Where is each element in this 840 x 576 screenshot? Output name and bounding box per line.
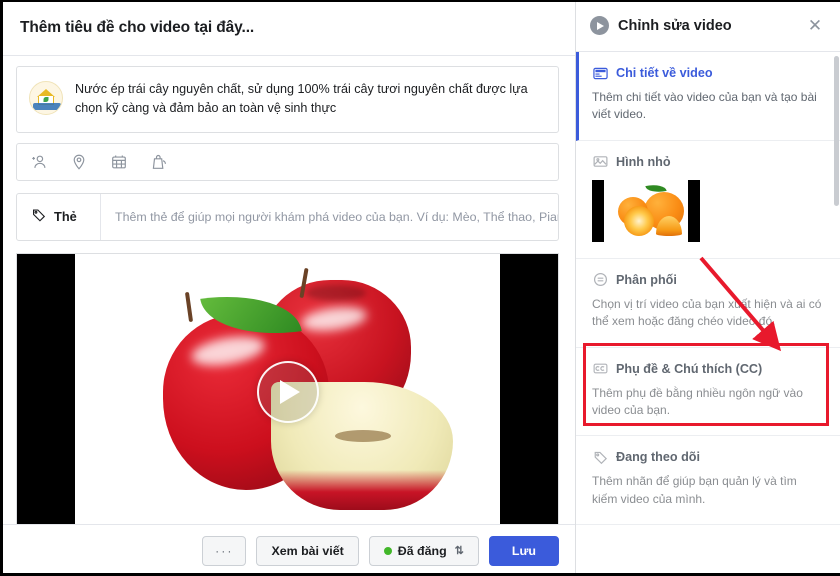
tag-input[interactable]: Thêm thẻ để giúp mọi người khám phá vide… <box>101 194 558 240</box>
tag-row[interactable]: Thẻ Thêm thẻ để giúp mọi người khám phá … <box>16 192 559 241</box>
sidebar-item-description: Thêm chi tiết vào video của bạn và tạo b… <box>592 90 817 122</box>
window-edge-top <box>0 0 840 2</box>
sidebar-item-thumbnail[interactable]: Hình nhỏ <box>576 140 840 259</box>
video-description-card[interactable]: Nước ép trái cây nguyên chất, sử dụng 10… <box>16 66 559 133</box>
sidebar-item-distribution[interactable]: Phân phối Chọn vị trí video của bạn xuất… <box>576 258 840 348</box>
edit-panel-sections: Chi tiết về video Thêm chi tiết vào vide… <box>576 52 840 576</box>
publish-status-dropdown[interactable]: Đã đăng ⇅ <box>368 535 479 566</box>
sidebar-item-description: Thêm phụ đề bằng nhiều ngôn ngữ vào vide… <box>592 385 803 417</box>
distribution-icon <box>592 272 608 288</box>
sidebar-item-label: Phân phối <box>616 272 677 287</box>
sidebar-item-label: Hình nhỏ <box>616 154 671 169</box>
app-screen: Thêm tiêu đề cho video tại đây... Nước é… <box>0 0 840 576</box>
sidebar-item-label: Đang theo dõi <box>616 450 700 465</box>
play-circle-icon <box>590 16 609 35</box>
thumbnail-preview[interactable] <box>592 179 700 242</box>
sidebar-item-description: Thêm nhãn để giúp bạn quản lý và tìm kiế… <box>592 474 797 506</box>
edit-panel-header: Chỉnh sửa video ✕ <box>576 0 840 52</box>
video-description-text: Nước ép trái cây nguyên chất, sử dụng 10… <box>75 82 528 115</box>
thumbnail-image <box>604 179 688 242</box>
view-post-button[interactable]: Xem bài viết <box>256 535 359 566</box>
cc-icon <box>592 361 608 377</box>
composer-scroll-area: Nước ép trái cây nguyên chất, sử dụng 10… <box>0 56 575 524</box>
edit-video-panel: Chỉnh sửa video ✕ Chi tiết về video Thêm… <box>576 0 840 576</box>
video-preview-player[interactable] <box>16 252 559 524</box>
edit-panel-title: Chỉnh sửa video <box>618 17 732 34</box>
sidebar-item-label: Chi tiết về video <box>616 66 713 80</box>
save-button[interactable]: Lưu <box>488 535 559 566</box>
section-head: Hình nhỏ <box>592 154 824 170</box>
more-options-button[interactable]: ··· <box>202 535 247 566</box>
tag-person-icon[interactable] <box>29 152 49 172</box>
section-head: Chi tiết về video <box>592 65 824 81</box>
status-label: Đã đăng <box>397 543 447 558</box>
play-icon[interactable] <box>256 360 319 423</box>
section-head: Phụ đề & Chú thích (CC) <box>592 361 824 377</box>
tag-outline-icon <box>592 449 608 465</box>
location-pin-icon[interactable] <box>69 152 89 172</box>
calendar-icon[interactable] <box>109 152 129 172</box>
image-icon <box>592 154 608 170</box>
sidebar-item-description: Chọn vị trí video của bạn xuất hiện và a… <box>592 296 822 329</box>
tag-icon <box>31 207 47 226</box>
product-bag-icon[interactable] <box>149 152 169 172</box>
chevron-updown-icon: ⇅ <box>454 545 464 557</box>
window-edge-left <box>0 0 3 576</box>
section-head: Đang theo dõi <box>592 449 824 465</box>
close-icon[interactable]: ✕ <box>802 13 828 39</box>
video-details-icon <box>592 65 608 81</box>
video-composer-pane: Thêm tiêu đề cho video tại đây... Nước é… <box>0 0 576 576</box>
sidebar-item-video-details[interactable]: Chi tiết về video Thêm chi tiết vào vide… <box>576 52 840 141</box>
apple-stem-front <box>184 291 194 322</box>
sidebar-item-label: Phụ đề & Chú thích (CC) <box>616 361 763 376</box>
composer-scrollbar[interactable] <box>834 56 839 206</box>
tag-label-box: Thẻ <box>17 193 101 240</box>
tag-label: Thẻ <box>54 209 77 225</box>
composer-title-bar: Thêm tiêu đề cho video tại đây... <box>0 0 575 56</box>
composer-attachment-toolbar <box>16 142 559 181</box>
composer-footer: ··· Xem bài viết Đã đăng ⇅ Lưu <box>0 524 575 576</box>
sidebar-item-following[interactable]: Đang theo dõi Thêm nhãn để giúp bạn quản… <box>576 436 840 526</box>
status-dot-icon <box>383 546 392 555</box>
house-brand-logo-icon <box>29 81 63 115</box>
page-title[interactable]: Thêm tiêu đề cho video tại đây... <box>20 19 254 37</box>
sidebar-item-captions[interactable]: Phụ đề & Chú thích (CC) Thêm phụ đề bằng… <box>576 347 840 437</box>
section-head: Phân phối <box>592 272 824 288</box>
